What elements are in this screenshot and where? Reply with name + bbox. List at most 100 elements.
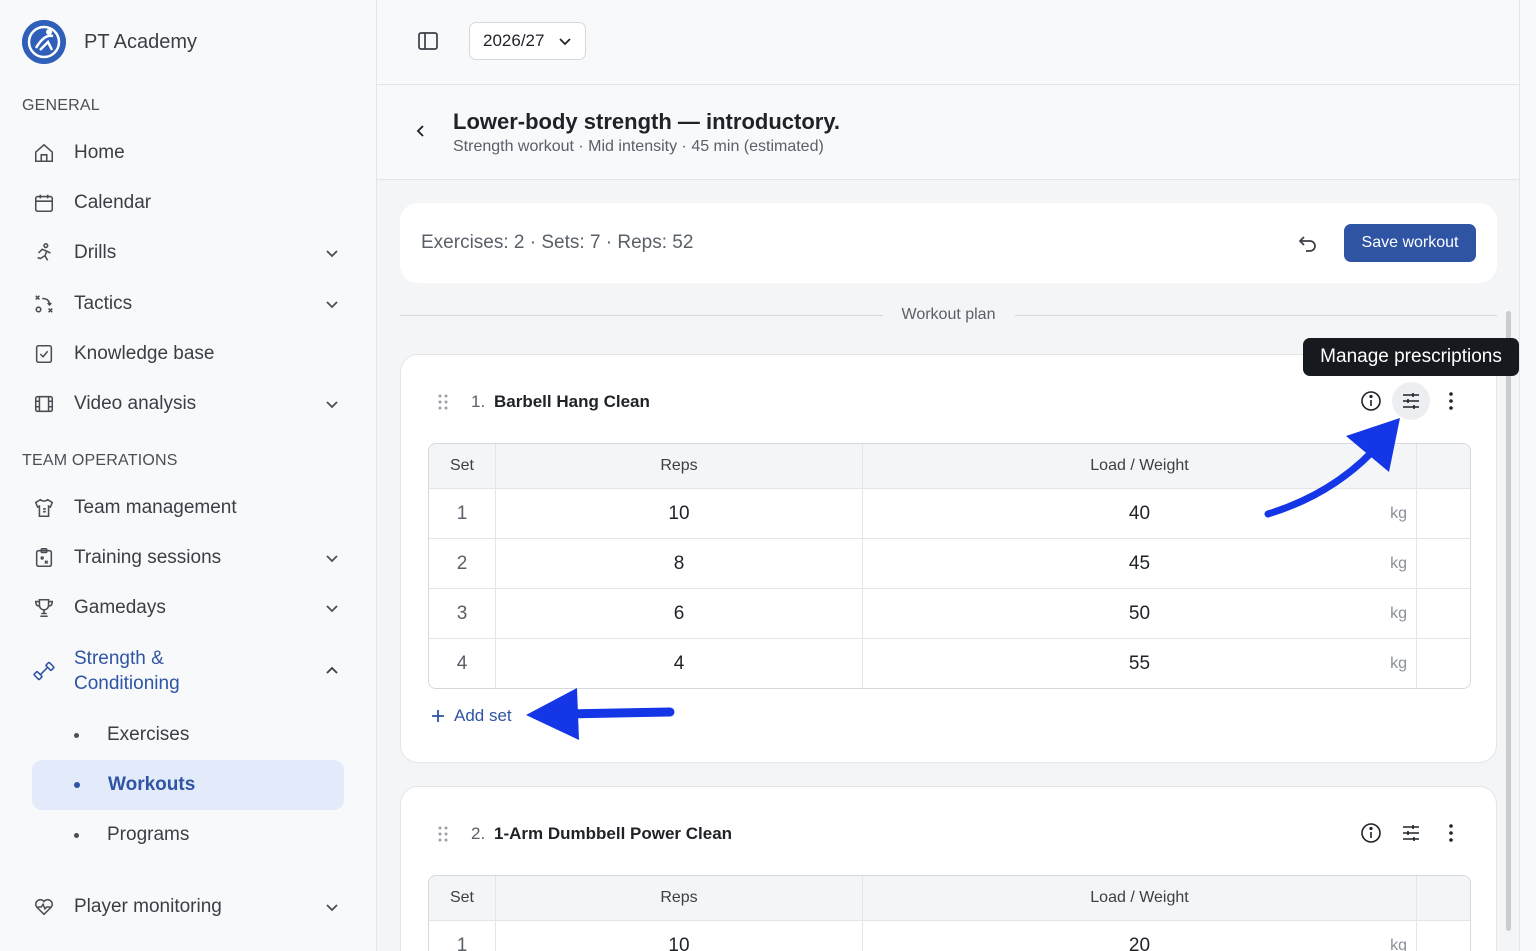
undo-icon[interactable] [1297, 232, 1319, 254]
sidebar-subitem-label: Workouts [108, 774, 196, 795]
load-unit: kg [1390, 554, 1407, 572]
reps-input[interactable]: 4 [495, 639, 862, 688]
chevron-down-icon [322, 598, 342, 618]
sidebar-toggle-icon[interactable] [417, 30, 439, 52]
bullet-icon [74, 782, 80, 788]
add-set-button[interactable]: Add set [430, 706, 512, 726]
exercise-header: 2. 1-Arm Dumbbell Power Clean [401, 787, 1496, 877]
sidebar-item-strength-conditioning[interactable]: Strength & Conditioning [32, 645, 344, 697]
sidebar-item-video-analysis[interactable]: Video analysis [32, 381, 344, 427]
add-set-label: Add set [454, 706, 512, 725]
load-unit: kg [1390, 604, 1407, 622]
sidebar-item-label: Tactics [74, 293, 133, 314]
sidebar-item-label: Home [74, 142, 125, 163]
exercise-name: 1-Arm Dumbbell Power Clean [494, 824, 733, 843]
set-number: 2 [456, 552, 468, 574]
sidebar-item-player-monitoring[interactable]: Player monitoring [32, 884, 344, 930]
more-vertical-icon[interactable] [1438, 388, 1464, 414]
exercise-card: 1. Barbell Hang Clean Set Reps Load / We… [400, 354, 1497, 763]
chevron-down-icon [322, 897, 342, 917]
film-icon [32, 392, 56, 416]
reps-input[interactable]: 6 [495, 589, 862, 638]
sidebar-item-gamedays[interactable]: Gamedays [32, 585, 344, 631]
sidebar-item-team-management[interactable]: Team management [32, 485, 344, 531]
chevron-up-icon [322, 661, 342, 681]
sliders-icon[interactable] [1398, 820, 1424, 846]
load-value: 55 [1128, 652, 1151, 674]
info-icon[interactable] [1358, 388, 1384, 414]
load-input[interactable]: 40 kg [862, 489, 1416, 538]
column-header-reps: Reps [495, 876, 862, 920]
table-row: 1 10 40 kg [429, 488, 1470, 538]
table-row: 3 6 50 kg [429, 588, 1470, 638]
load-input[interactable]: 20 kg [862, 921, 1416, 951]
sidebar-item-label: Drills [74, 242, 117, 263]
exercise-number: 2. [471, 824, 486, 843]
brand[interactable]: PT Academy [22, 20, 197, 64]
sidebar-item-training-sessions[interactable]: Training sessions [32, 535, 344, 581]
sliders-icon[interactable] [1392, 382, 1430, 420]
chevron-down-icon [322, 294, 342, 314]
set-number: 1 [456, 934, 468, 951]
set-number: 4 [456, 652, 468, 674]
load-value: 50 [1128, 602, 1151, 624]
exercise-name: Barbell Hang Clean [494, 392, 650, 411]
load-input[interactable]: 50 kg [862, 589, 1416, 638]
sidebar-subitem-exercises[interactable]: Exercises [32, 710, 344, 760]
sidebar-subitem-label: Exercises [107, 724, 190, 745]
save-workout-button[interactable]: Save workout [1344, 224, 1476, 262]
sidebar-item-knowledge-base[interactable]: Knowledge base [32, 331, 344, 377]
sets-table: Set Reps Load / Weight 1 10 20 kg [428, 875, 1471, 951]
manage-prescriptions-tooltip: Manage prescriptions [1303, 338, 1519, 376]
chevron-down-icon [557, 33, 573, 49]
sidebar-subitem-workouts[interactable]: Workouts [32, 760, 344, 810]
chevron-down-icon [322, 243, 342, 263]
clipboard-check-icon [32, 342, 56, 366]
table-row: 2 8 45 kg [429, 538, 1470, 588]
back-chevron-icon[interactable] [411, 121, 431, 141]
jersey-icon [32, 496, 56, 520]
running-icon [32, 241, 56, 265]
heart-pulse-icon [32, 895, 56, 919]
workout-plan-divider: Workout plan [400, 303, 1497, 327]
chevron-down-icon [322, 394, 342, 414]
row-actions [1416, 921, 1470, 951]
reps-input[interactable]: 10 [495, 921, 862, 951]
sidebar-item-home[interactable]: Home [32, 130, 344, 176]
load-input[interactable]: 45 kg [862, 539, 1416, 588]
set-number: 3 [456, 602, 468, 624]
drag-handle-icon[interactable] [437, 825, 449, 843]
sidebar-item-label: Strength & Conditioning [74, 646, 180, 696]
drag-handle-icon[interactable] [437, 393, 449, 411]
load-unit: kg [1390, 936, 1407, 951]
sidebar-item-calendar[interactable]: Calendar [32, 180, 344, 226]
reps-input[interactable]: 8 [495, 539, 862, 588]
row-actions [1416, 589, 1470, 638]
plus-icon [430, 708, 446, 724]
reps-input[interactable]: 10 [495, 489, 862, 538]
sidebar-subitem-programs[interactable]: Programs [32, 810, 344, 860]
sidebar-item-drills[interactable]: Drills [32, 230, 344, 276]
sidebar-item-label: Gamedays [74, 597, 166, 618]
sidebar: PT Academy GENERAL Home Calendar Drills … [0, 0, 377, 951]
workout-plan-label: Workout plan [901, 306, 996, 323]
column-header-actions [1416, 876, 1470, 920]
workout-header: Lower-body strength — introductory. Stre… [377, 85, 1519, 180]
row-actions [1416, 639, 1470, 688]
info-icon[interactable] [1358, 820, 1384, 846]
load-unit: kg [1390, 504, 1407, 522]
sidebar-item-label: Player monitoring [74, 896, 222, 917]
more-vertical-icon[interactable] [1438, 820, 1464, 846]
content-scrollbar[interactable] [1506, 311, 1511, 931]
sidebar-item-tactics[interactable]: Tactics [32, 281, 344, 327]
season-select[interactable]: 2026/27 [469, 22, 586, 60]
workout-summary-card: Exercises: 2 · Sets: 7 · Reps: 52 Save w… [400, 203, 1497, 283]
season-value: 2026/27 [483, 31, 545, 50]
sidebar-item-label-line2: Conditioning [74, 673, 180, 694]
sidebar-item-label: Team management [74, 497, 237, 518]
section-label-general: GENERAL [22, 97, 100, 114]
academy-logo-icon [22, 20, 66, 64]
load-input[interactable]: 55 kg [862, 639, 1416, 688]
column-header-actions [1416, 444, 1470, 488]
table-row: 4 4 55 kg [429, 638, 1470, 688]
